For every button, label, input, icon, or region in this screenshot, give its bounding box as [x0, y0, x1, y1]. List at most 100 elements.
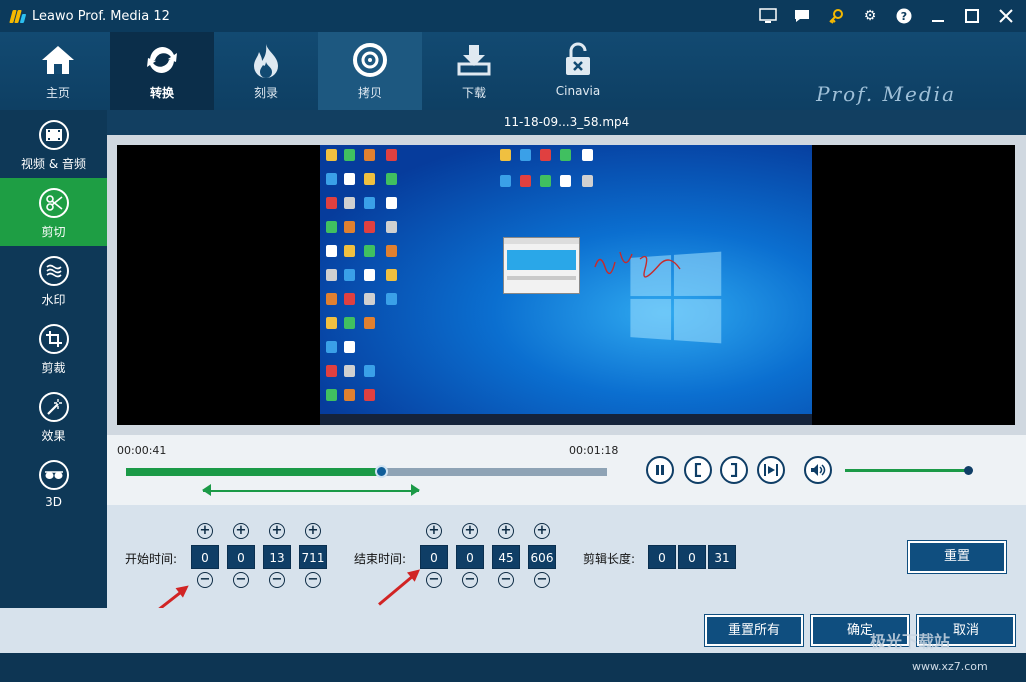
- end-ms-increment-button[interactable]: +: [534, 523, 550, 539]
- start-hour-decrement-button[interactable]: −: [197, 572, 213, 588]
- app-title: Leawo Prof. Media 12: [32, 8, 170, 24]
- volume-button[interactable]: [804, 456, 832, 484]
- start-second-increment-button[interactable]: +: [269, 523, 285, 539]
- desktop-file-icon: [386, 221, 397, 233]
- close-icon[interactable]: [994, 4, 1018, 28]
- start-minute-increment-button[interactable]: +: [233, 523, 249, 539]
- desktop-file-icon: [326, 341, 337, 353]
- seek-progress: [126, 468, 381, 476]
- trim-start-marker-icon[interactable]: [201, 484, 211, 496]
- minimize-icon[interactable]: [926, 4, 950, 28]
- desktop-file-icon: [344, 197, 355, 209]
- desktop-file-icon: [540, 175, 551, 187]
- desktop-file-icon: [364, 365, 375, 377]
- maximize-icon[interactable]: [960, 4, 984, 28]
- clip-length-label: 剪辑长度:: [583, 552, 636, 566]
- nav-download[interactable]: 下载: [422, 32, 526, 110]
- nav-burn[interactable]: 刻录: [214, 32, 318, 110]
- nav-home[interactable]: 主页: [6, 32, 110, 110]
- sidebar-item-trim[interactable]: 剪切: [0, 178, 107, 246]
- watermark-text: 极光下载站: [870, 632, 951, 651]
- start-minute-decrement-button[interactable]: −: [233, 572, 249, 588]
- start-ms-decrement-button[interactable]: −: [305, 572, 321, 588]
- flame-icon: [246, 42, 286, 78]
- play-segment-icon: [764, 464, 778, 476]
- end-second-increment-button[interactable]: +: [498, 523, 514, 539]
- end-hour-decrement-button[interactable]: −: [426, 572, 442, 588]
- clip-length-second: 31: [708, 545, 736, 569]
- sidebar-label: 剪切: [41, 225, 66, 239]
- magic-wand-icon: [38, 392, 69, 422]
- end-hour-field[interactable]: 0: [420, 545, 448, 569]
- start-second-decrement-button[interactable]: −: [269, 572, 285, 588]
- chat-icon[interactable]: [790, 4, 814, 28]
- start-ms-field[interactable]: 711: [299, 545, 327, 569]
- desktop-file-icon: [344, 365, 355, 377]
- start-second-field[interactable]: 13: [263, 545, 291, 569]
- end-second-field[interactable]: 45: [492, 545, 520, 569]
- start-hour-increment-button[interactable]: +: [197, 523, 213, 539]
- pause-button[interactable]: [646, 456, 674, 484]
- volume-slider[interactable]: [845, 469, 967, 472]
- desktop-file-icon: [364, 389, 375, 401]
- end-second-decrement-button[interactable]: −: [498, 572, 514, 588]
- volume-icon: [811, 464, 826, 476]
- help-icon[interactable]: ?: [892, 4, 916, 28]
- desktop-file-icon: [364, 149, 375, 161]
- play-segment-button[interactable]: [757, 456, 785, 484]
- end-minute-decrement-button[interactable]: −: [462, 572, 478, 588]
- desktop-file-icon: [344, 269, 355, 281]
- key-icon[interactable]: [824, 4, 848, 28]
- watermark-url: www.xz7.com: [912, 660, 988, 673]
- nav-convert[interactable]: 转换: [110, 32, 214, 110]
- seek-bar[interactable]: [126, 465, 607, 478]
- current-time: 00:00:41: [117, 444, 167, 457]
- trim-end-marker-icon[interactable]: [411, 484, 421, 496]
- gear-icon[interactable]: ⚙: [858, 4, 882, 28]
- nav-home-label: 主页: [45, 86, 70, 100]
- pause-icon: [656, 465, 664, 475]
- scissors-icon: [38, 188, 69, 218]
- volume-handle[interactable]: [964, 466, 973, 475]
- reset-button[interactable]: 重置: [907, 540, 1007, 574]
- start-ms-increment-button[interactable]: +: [305, 523, 321, 539]
- end-minute-increment-button[interactable]: +: [462, 523, 478, 539]
- start-hour-field[interactable]: 0: [191, 545, 219, 569]
- title-bar: Leawo Prof. Media 12 ⚙ ?: [0, 0, 1026, 32]
- desktop-file-icon: [364, 317, 375, 329]
- end-minute-field[interactable]: 0: [456, 545, 484, 569]
- sidebar-item-video-audio[interactable]: 视频 & 音频: [0, 110, 107, 178]
- total-time: 00:01:18: [569, 444, 619, 457]
- desktop-file-icon: [364, 173, 375, 185]
- nav-copy[interactable]: 拷贝: [318, 32, 422, 110]
- playback-controls: 00:00:41 00:01:18: [107, 435, 1026, 505]
- sidebar-item-crop[interactable]: 剪裁: [0, 314, 107, 382]
- home-icon: [38, 42, 78, 78]
- sidebar-item-effect[interactable]: 效果: [0, 382, 107, 450]
- clip-length-hour: 0: [648, 545, 676, 569]
- brand-logo: Prof. Media: [816, 82, 956, 106]
- monitor-icon[interactable]: [756, 4, 780, 28]
- download-icon: [454, 42, 494, 78]
- desktop-file-icon: [326, 269, 337, 281]
- reset-all-button[interactable]: 重置所有: [704, 614, 804, 647]
- sidebar-item-watermark[interactable]: 水印: [0, 246, 107, 314]
- video-frame-desktop: [320, 145, 812, 425]
- desktop-file-icon: [344, 173, 355, 185]
- video-preview[interactable]: [117, 145, 1015, 425]
- desktop-file-icon: [326, 365, 337, 377]
- end-hour-increment-button[interactable]: +: [426, 523, 442, 539]
- end-ms-field[interactable]: 606: [528, 545, 556, 569]
- seek-handle[interactable]: [374, 465, 388, 478]
- end-ms-decrement-button[interactable]: −: [534, 572, 550, 588]
- annotation-arrow: [378, 571, 419, 606]
- desktop-file-icon: [344, 149, 355, 161]
- set-end-button[interactable]: [720, 456, 748, 484]
- start-minute-field[interactable]: 0: [227, 545, 255, 569]
- app-logo-icon: [9, 8, 27, 24]
- sidebar-item-3d[interactable]: 3D: [0, 450, 107, 518]
- nav-cinavia[interactable]: Cinavia: [526, 32, 630, 110]
- crop-icon: [38, 324, 69, 354]
- desktop-file-icon: [500, 175, 511, 187]
- set-start-button[interactable]: [684, 456, 712, 484]
